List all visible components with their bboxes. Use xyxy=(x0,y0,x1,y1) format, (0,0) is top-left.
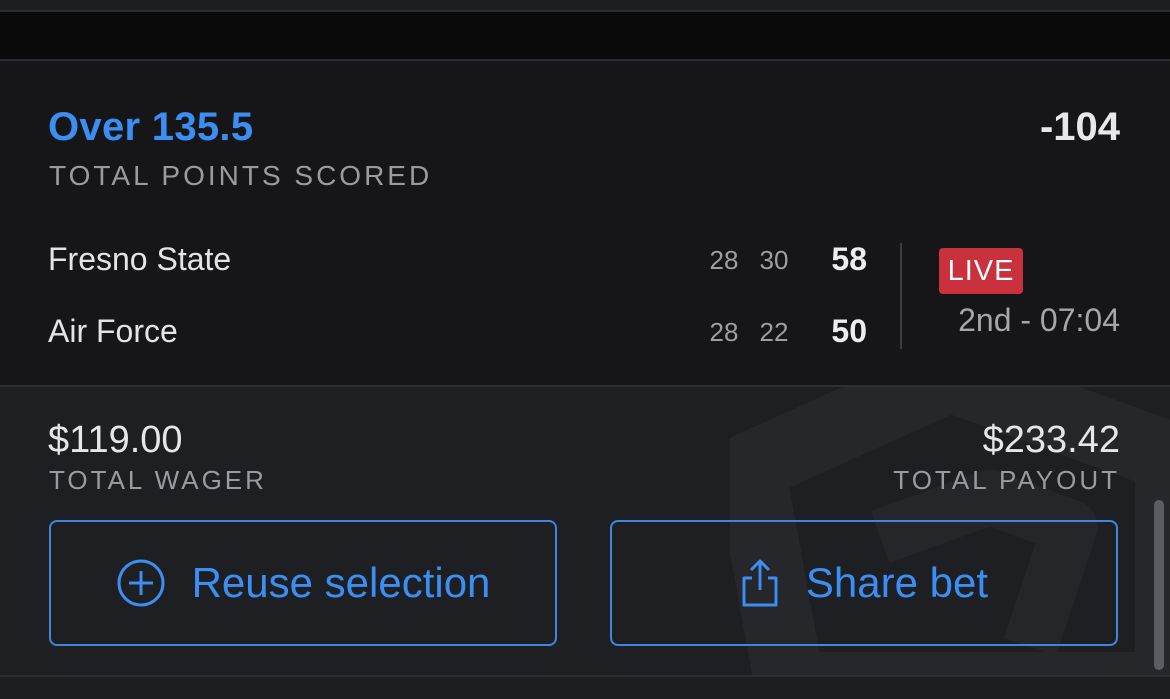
reuse-selection-button[interactable]: Reuse selection xyxy=(49,520,557,646)
bet-card-summary: $119.00 TOTAL WAGER $233.42 TOTAL PAYOUT… xyxy=(0,385,1170,677)
team-name: Air Force xyxy=(48,313,178,349)
bottom-divider-strip xyxy=(0,675,1170,699)
second-half-score: 22 xyxy=(759,317,789,347)
total-wager-label: TOTAL WAGER xyxy=(49,465,267,495)
team-row: Air Force 28 22 50 xyxy=(0,313,880,353)
team-row: Fresno State 28 30 58 xyxy=(0,241,880,281)
team-name: Fresno State xyxy=(48,241,232,277)
total-wager-amount: $119.00 xyxy=(48,419,183,461)
bet-market-label: TOTAL POINTS SCORED xyxy=(49,160,433,191)
total-payout-label: TOTAL PAYOUT xyxy=(893,465,1120,495)
plus-circle-icon xyxy=(116,558,166,608)
top-divider-strip xyxy=(0,0,1170,12)
share-icon xyxy=(740,558,780,608)
reuse-selection-label: Reuse selection xyxy=(191,559,491,606)
section-gap xyxy=(0,12,1170,59)
total-payout-amount: $233.42 xyxy=(982,419,1120,461)
bet-card-header: Over 135.5 -104 TOTAL POINTS SCORED Fres… xyxy=(0,59,1170,387)
first-half-score: 28 xyxy=(709,317,739,347)
bet-selection-title: Over 135.5 xyxy=(48,105,254,149)
vertical-divider xyxy=(900,243,902,349)
second-half-score: 30 xyxy=(759,245,789,275)
game-clock: 2nd - 07:04 xyxy=(958,302,1120,338)
live-status-badge: LIVE xyxy=(939,248,1023,294)
total-score: 50 xyxy=(831,313,867,349)
first-half-score: 28 xyxy=(709,245,739,275)
scrollbar[interactable] xyxy=(1154,500,1164,670)
bet-odds: -104 xyxy=(1039,105,1120,149)
share-bet-button[interactable]: Share bet xyxy=(610,520,1118,646)
total-score: 58 xyxy=(831,241,867,277)
share-bet-label: Share bet xyxy=(805,559,989,606)
